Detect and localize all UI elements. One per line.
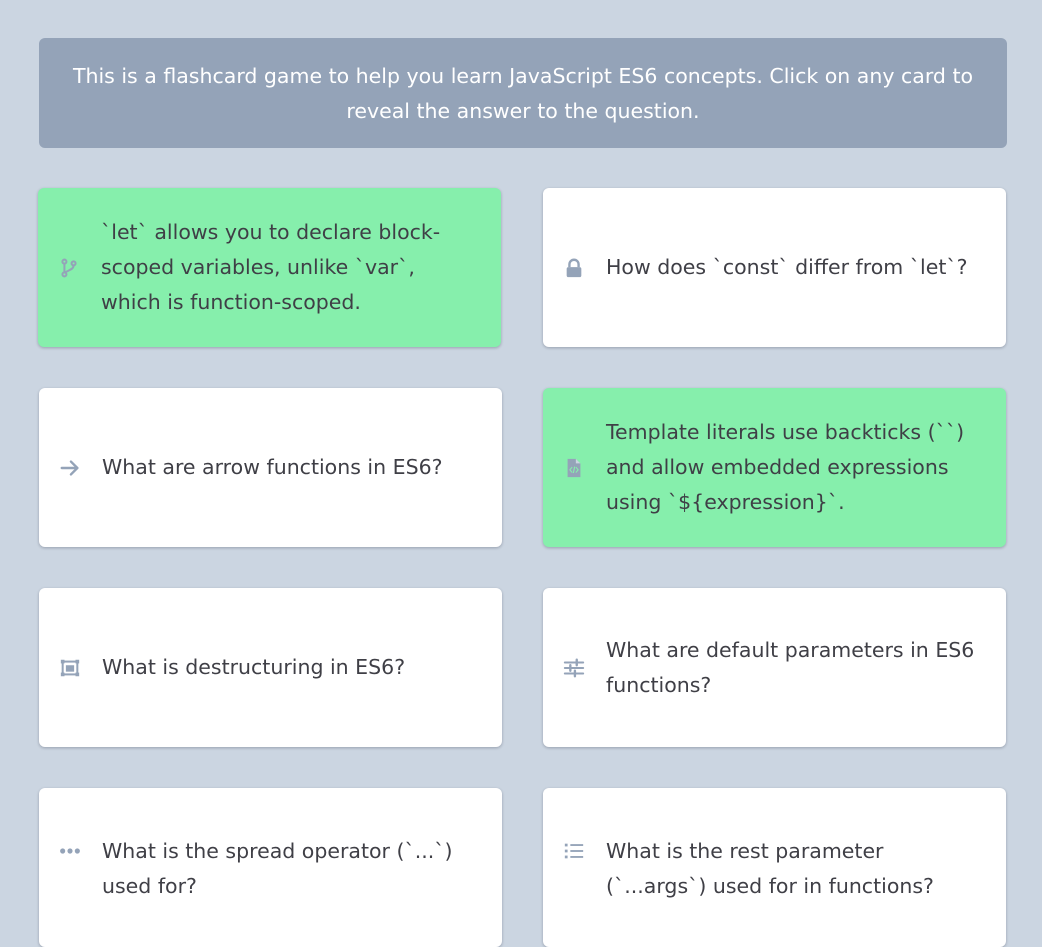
- sliders-icon: [563, 657, 585, 679]
- flashcard-text: What are arrow functions in ES6?: [102, 455, 443, 479]
- flashcard-text: What is the spread operator (`...`) used…: [102, 839, 453, 898]
- flashcard[interactable]: What is destructuring in ES6?: [39, 588, 502, 747]
- flashcard-text: Template literals use backticks (``) and…: [606, 420, 965, 514]
- flashcard-text: `let` allows you to declare block-scoped…: [101, 220, 441, 314]
- flashcard[interactable]: What is the spread operator (`...`) used…: [39, 788, 502, 947]
- object-ungroup-icon: [59, 657, 81, 679]
- flashcard-text: What are default parameters in ES6 funct…: [606, 637, 975, 697]
- file-code-icon: [563, 457, 585, 479]
- flashcard[interactable]: What is the rest parameter (`...args`) u…: [543, 788, 1006, 947]
- flashcard-text: What is the rest parameter (`...args`) u…: [606, 839, 934, 898]
- flashcard[interactable]: What are default parameters in ES6 funct…: [543, 588, 1006, 747]
- ellipsis-icon: [59, 840, 81, 862]
- flashcard[interactable]: How does `const` differ from `let`?: [543, 188, 1006, 347]
- flashcard-text: How does `const` differ from `let`?: [606, 255, 968, 279]
- flashcard[interactable]: Template literals use backticks (``) and…: [543, 388, 1006, 547]
- flashcard[interactable]: What are arrow functions in ES6?: [39, 388, 502, 547]
- flashcard[interactable]: `let` allows you to declare block-scoped…: [38, 188, 501, 347]
- arrow-right-icon: [59, 457, 81, 479]
- flashcard-grid: `let` allows you to declare block-scoped…: [0, 0, 1042, 947]
- flashcard-text: What is destructuring in ES6?: [102, 655, 406, 679]
- lock-icon: [563, 257, 585, 279]
- list-icon: [563, 840, 585, 862]
- git-branch-icon: [58, 257, 80, 279]
